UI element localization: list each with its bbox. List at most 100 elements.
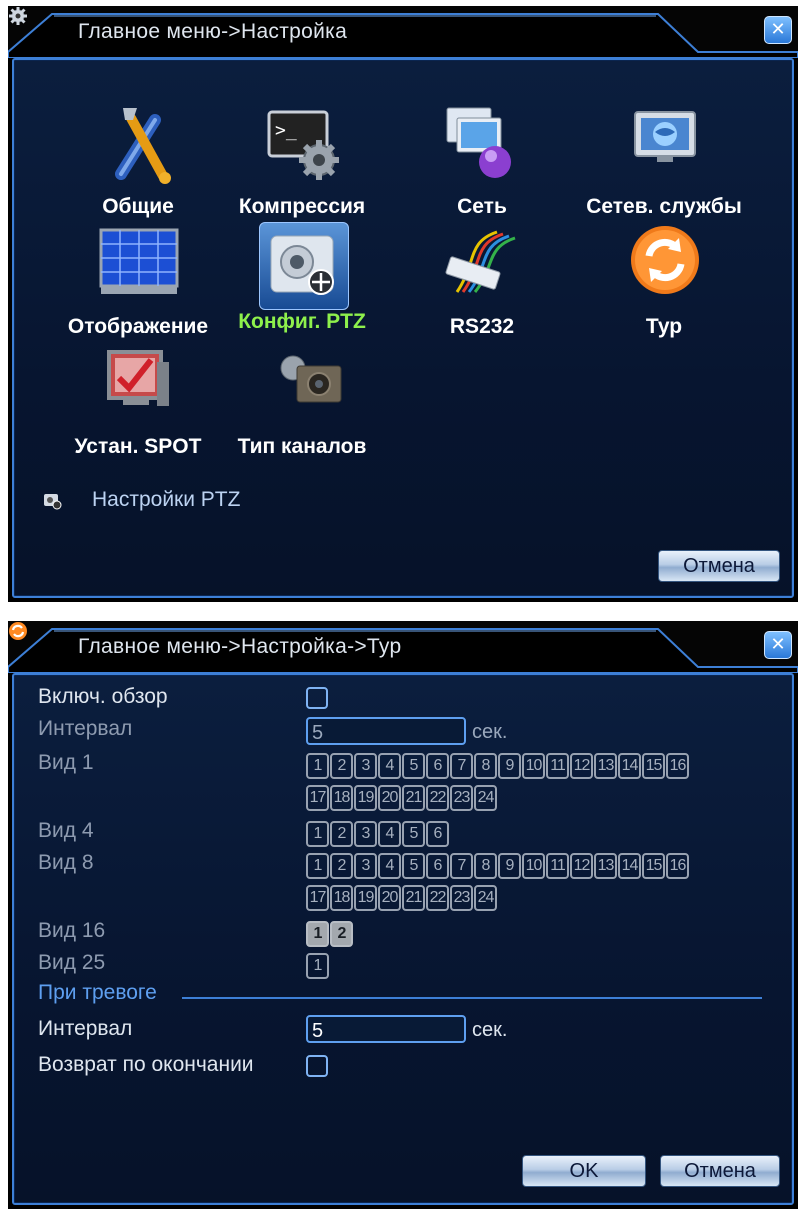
view4-channels: 1 2 3 4 5 6 [306,821,449,847]
channel-button[interactable]: 24 [474,785,497,811]
alarm-interval-label: Интервал [38,1017,133,1040]
channel-button[interactable]: 21 [402,885,425,911]
cable-connector-icon [445,230,516,293]
channel-button[interactable]: 16 [666,853,689,879]
globe-monitor-icon [634,111,696,162]
menu-item-label: Сеть [457,195,507,218]
network-screens-icon [446,107,511,178]
channel-button[interactable]: 14 [618,853,641,879]
interval-input[interactable]: 5 [306,717,466,745]
ptz-camera-icon [270,235,334,295]
channel-button[interactable]: 6 [426,853,449,879]
wrench-screwdriver-icon [115,108,171,184]
menu-item-channel-type[interactable]: Тип каналов [222,342,382,459]
channel-button[interactable]: 2 [330,821,353,847]
channel-button[interactable]: 4 [378,753,401,779]
menu-item-display[interactable]: Отображение [58,222,218,339]
channel-button[interactable]: 7 [450,753,473,779]
channel-button[interactable]: 1 [306,821,329,847]
menu-item-tour[interactable]: Тур [584,222,744,339]
channel-button[interactable]: 24 [474,885,497,911]
alarm-interval-unit: сек. [472,1019,508,1041]
channel-button[interactable]: 10 [522,853,545,879]
channel-button[interactable]: 3 [354,753,377,779]
channel-button[interactable]: 1 [306,853,329,879]
menu-item-general[interactable]: Общие [58,102,218,219]
channel-button[interactable]: 14 [618,753,641,779]
channel-button[interactable]: 7 [450,853,473,879]
channel-button[interactable]: 11 [546,753,569,779]
menu-item-spot[interactable]: Устан. SPOT [58,342,218,459]
main-panel: Общие >_ Компрессия Сеть Сетев. службы О… [12,58,794,598]
cancel-button[interactable]: Отмена [658,550,780,582]
channel-button[interactable]: 8 [474,753,497,779]
channel-button[interactable]: 9 [498,853,521,879]
alarm-interval-input[interactable]: 5 [306,1015,466,1043]
channel-button[interactable]: 1 [306,753,329,779]
channel-button[interactable]: 18 [330,885,353,911]
menu-item-net-services[interactable]: Сетев. службы [584,102,744,219]
channel-button[interactable]: 22 [426,885,449,911]
channel-button[interactable]: 16 [666,753,689,779]
channel-button[interactable]: 5 [402,821,425,847]
channel-button[interactable]: 2 [330,853,353,879]
refresh-circle-icon [9,622,27,640]
channel-button[interactable]: 5 [402,853,425,879]
channel-button[interactable]: 4 [378,821,401,847]
channel-button[interactable]: 19 [354,785,377,811]
channel-button[interactable]: 22 [426,785,449,811]
menu-item-label: Тур [645,315,683,338]
ok-button[interactable]: OK [522,1155,646,1187]
interval-unit: сек. [472,721,508,743]
enable-tour-label: Включ. обзор [38,685,168,708]
channel-button[interactable]: 20 [378,885,401,911]
channel-button[interactable]: 13 [594,853,617,879]
menu-item-rs232[interactable]: RS232 [402,222,562,339]
close-button[interactable]: ✕ [764,16,792,44]
channel-button[interactable]: 12 [570,753,593,779]
channel-button[interactable]: 23 [450,885,473,911]
menu-item-label: Конфиг. PTZ [238,310,366,333]
channel-button[interactable]: 3 [354,853,377,879]
channel-button[interactable]: 11 [546,853,569,879]
enable-tour-checkbox[interactable] [306,687,328,709]
channel-button[interactable]: 8 [474,853,497,879]
status-hint: Настройки PTZ [92,488,241,511]
return-after-checkbox[interactable] [306,1055,328,1077]
channel-button[interactable]: 17 [306,885,329,911]
channel-button[interactable]: 13 [594,753,617,779]
menu-item-label: Устан. SPOT [74,435,202,458]
channel-button[interactable]: 23 [450,785,473,811]
cancel-button[interactable]: Отмена [660,1155,780,1187]
menu-item-ptz-config[interactable]: Конфиг. PTZ [222,222,382,334]
menu-item-label: Общие [102,195,174,218]
channel-button[interactable]: 1 [306,921,329,947]
channel-button[interactable]: 15 [642,753,665,779]
channel-button[interactable]: 19 [354,885,377,911]
channel-button[interactable]: 1 [306,953,329,979]
channel-button[interactable]: 6 [426,753,449,779]
display-grid-icon [99,228,179,294]
alarm-section-title: При тревоге [38,981,157,1004]
view8-channels-row2: 17 18 19 20 21 22 23 24 [306,885,497,911]
channel-button[interactable]: 21 [402,785,425,811]
menu-item-network[interactable]: Сеть [402,102,562,219]
channel-button[interactable]: 20 [378,785,401,811]
menu-item-compression[interactable]: >_ Компрессия [222,102,382,219]
channel-button[interactable]: 4 [378,853,401,879]
channel-button[interactable]: 9 [498,753,521,779]
channel-button[interactable]: 2 [330,753,353,779]
close-button[interactable]: ✕ [764,631,792,659]
channel-button[interactable]: 2 [330,921,353,947]
channel-button[interactable]: 10 [522,753,545,779]
channel-button[interactable]: 12 [570,853,593,879]
terminal-gear-icon: >_ [267,110,339,180]
channel-button[interactable]: 18 [330,785,353,811]
svg-text:>_: >_ [275,120,297,141]
channel-button[interactable]: 17 [306,785,329,811]
channel-button[interactable]: 5 [402,753,425,779]
channel-button[interactable]: 15 [642,853,665,879]
channel-button[interactable]: 6 [426,821,449,847]
form-panel: Включ. обзор Интервал 5 сек. Вид 1 1 2 3… [12,673,794,1205]
channel-button[interactable]: 3 [354,821,377,847]
